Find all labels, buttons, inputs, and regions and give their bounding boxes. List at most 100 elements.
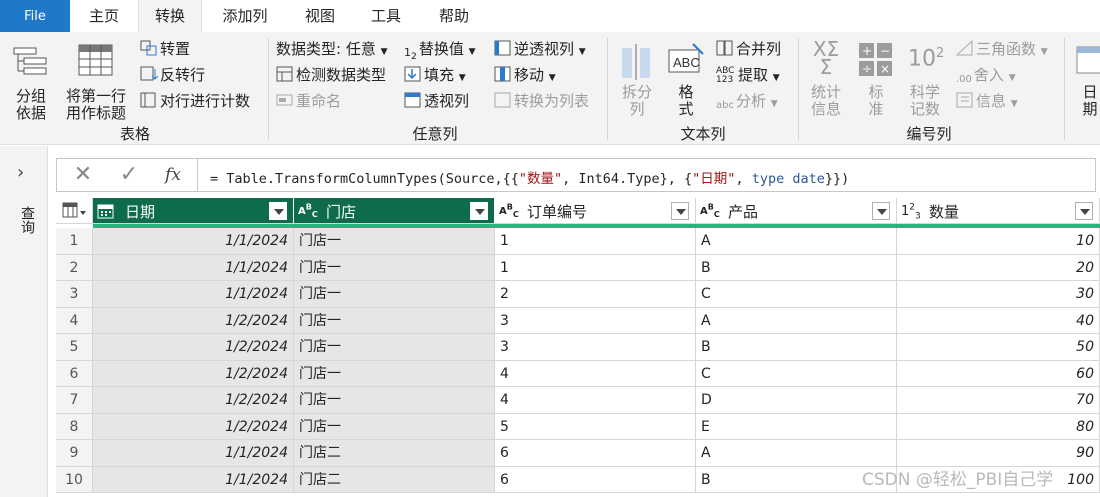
row-number[interactable]: 2 [56,254,93,281]
cell-product[interactable]: B [696,334,897,361]
tab-home[interactable]: 主页 [76,0,132,32]
cell-date[interactable]: 1/2/2024 [93,307,294,334]
data-type-dropdown[interactable]: 数据类型: 任意 ▼ [276,38,388,59]
cell-date[interactable]: 1/1/2024 [93,281,294,308]
cell-store[interactable]: 门店一 [294,281,495,308]
cell-store[interactable]: 门店一 [294,387,495,414]
fill-button[interactable]: 填充 ▼ [404,64,466,86]
cell-product[interactable]: A [696,440,897,467]
detect-data-type-button[interactable]: 检测数据类型 [276,64,386,86]
information-button[interactable]: 信息 ▼ [956,90,1018,112]
filter-dropdown-icon[interactable] [671,202,689,220]
table-menu-button[interactable] [56,198,93,224]
cell-order-id[interactable]: 3 [495,334,696,361]
standard-button[interactable]: + − ÷ × 标 准 [854,40,898,122]
tab-view[interactable]: 视图 [292,0,348,32]
cell-order-id[interactable]: 3 [495,307,696,334]
cell-order-id[interactable]: 4 [495,387,696,414]
row-number[interactable]: 5 [56,334,93,361]
cell-store[interactable]: 门店一 [294,307,495,334]
count-rows-button[interactable]: 对行进行计数 [140,90,250,112]
extract-button[interactable]: ABC 123 提取 ▼ [716,64,780,85]
row-number[interactable]: 10 [56,466,93,493]
row-number[interactable]: 9 [56,440,93,467]
column-header[interactable]: ABC 门店 [294,198,495,224]
cell-store[interactable]: 门店一 [294,254,495,281]
cell-quantity[interactable]: 50 [897,334,1100,361]
cell-product[interactable]: C [696,281,897,308]
row-number[interactable]: 4 [56,307,93,334]
row-number[interactable]: 6 [56,360,93,387]
table-row[interactable]: 6 1/2/2024 门店一 4 C 60 [56,360,1100,387]
cell-date[interactable]: 1/1/2024 [93,228,294,255]
table-row[interactable]: 7 1/2/2024 门店一 4 D 70 [56,387,1100,414]
cell-quantity[interactable]: 70 [897,387,1100,414]
table-row[interactable]: 5 1/2/2024 门店一 3 B 50 [56,334,1100,361]
column-header[interactable]: 日期 [93,198,294,224]
confirm-formula-button[interactable]: ✓ [109,159,149,191]
cell-date[interactable]: 1/2/2024 [93,413,294,440]
cell-order-id[interactable]: 2 [495,281,696,308]
cell-order-id[interactable]: 1 [495,228,696,255]
replace-values-button[interactable]: 12 替换值 ▼ [404,38,476,62]
cell-quantity[interactable]: 20 [897,254,1100,281]
queries-label[interactable]: 查询 [17,206,37,234]
cell-order-id[interactable]: 4 [495,360,696,387]
cell-order-id[interactable]: 1 [495,254,696,281]
cell-store[interactable]: 门店二 [294,466,495,493]
cell-quantity[interactable]: 80 [897,413,1100,440]
row-number[interactable]: 7 [56,387,93,414]
cell-date[interactable]: 1/2/2024 [93,387,294,414]
cell-store[interactable]: 门店一 [294,360,495,387]
cell-quantity[interactable]: 10 [897,228,1100,255]
filter-dropdown-icon[interactable] [470,202,488,220]
row-number[interactable]: 1 [56,228,93,255]
cell-quantity[interactable]: 40 [897,307,1100,334]
cell-product[interactable]: C [696,360,897,387]
text-type-icon[interactable]: ABC [298,203,318,219]
column-header[interactable]: 123 数量 [897,198,1100,224]
cell-order-id[interactable]: 5 [495,413,696,440]
table-row[interactable]: 2 1/1/2024 门店一 1 B 20 [56,254,1100,281]
cell-store[interactable]: 门店一 [294,413,495,440]
tab-transform[interactable]: 转换 [138,0,202,32]
text-type-icon[interactable]: ABC [499,203,519,219]
table-row[interactable]: 3 1/1/2024 门店一 2 C 30 [56,281,1100,308]
group-by-button[interactable]: 分组 依据 [8,42,54,122]
tab-file[interactable]: File [0,0,70,32]
cell-product[interactable]: D [696,387,897,414]
cell-quantity[interactable]: 60 [897,360,1100,387]
merge-columns-button[interactable]: 合并列 [716,38,781,60]
cell-date[interactable]: 1/1/2024 [93,440,294,467]
row-number[interactable]: 3 [56,281,93,308]
tab-tools[interactable]: 工具 [358,0,414,32]
table-row[interactable]: 8 1/2/2024 门店一 5 E 80 [56,413,1100,440]
fx-icon[interactable]: fx [153,159,193,191]
pivot-column-button[interactable]: 透视列 [404,90,469,112]
cell-product[interactable]: A [696,228,897,255]
cell-date[interactable]: 1/1/2024 [93,254,294,281]
cell-quantity[interactable]: 90 [897,440,1100,467]
split-column-button[interactable]: 拆分 列 [614,40,660,122]
tab-add-column[interactable]: 添加列 [210,0,280,32]
row-number[interactable]: 8 [56,413,93,440]
move-button[interactable]: 移动 ▼ [494,64,556,86]
cell-date[interactable]: 1/2/2024 [93,334,294,361]
text-type-icon[interactable]: ABC [700,203,720,219]
cell-product[interactable]: B [696,254,897,281]
transpose-button[interactable]: 转置 [140,38,190,60]
statistics-button[interactable]: XΣ Σ 统计 信息 [804,39,848,122]
unpivot-columns-button[interactable]: 逆透视列 ▼ [494,38,586,60]
filter-dropdown-icon[interactable] [872,202,890,220]
scientific-button[interactable]: 102 科学 记数 [902,40,948,122]
table-row[interactable]: 1 1/1/2024 门店一 1 A 10 [56,228,1100,255]
table-row[interactable]: 9 1/1/2024 门店二 6 A 90 [56,440,1100,467]
rounding-button[interactable]: .00 舍入 ▼ [956,64,1016,85]
cell-order-id[interactable]: 6 [495,466,696,493]
column-header[interactable]: ABC 订单编号 [495,198,696,224]
cancel-formula-button[interactable]: ✕ [63,159,103,191]
integer-type-icon[interactable]: 123 [901,203,921,222]
use-first-row-button[interactable]: 将第一行 用作标题 [58,42,134,122]
date-type-icon[interactable] [97,203,115,222]
cell-store[interactable]: 门店二 [294,440,495,467]
